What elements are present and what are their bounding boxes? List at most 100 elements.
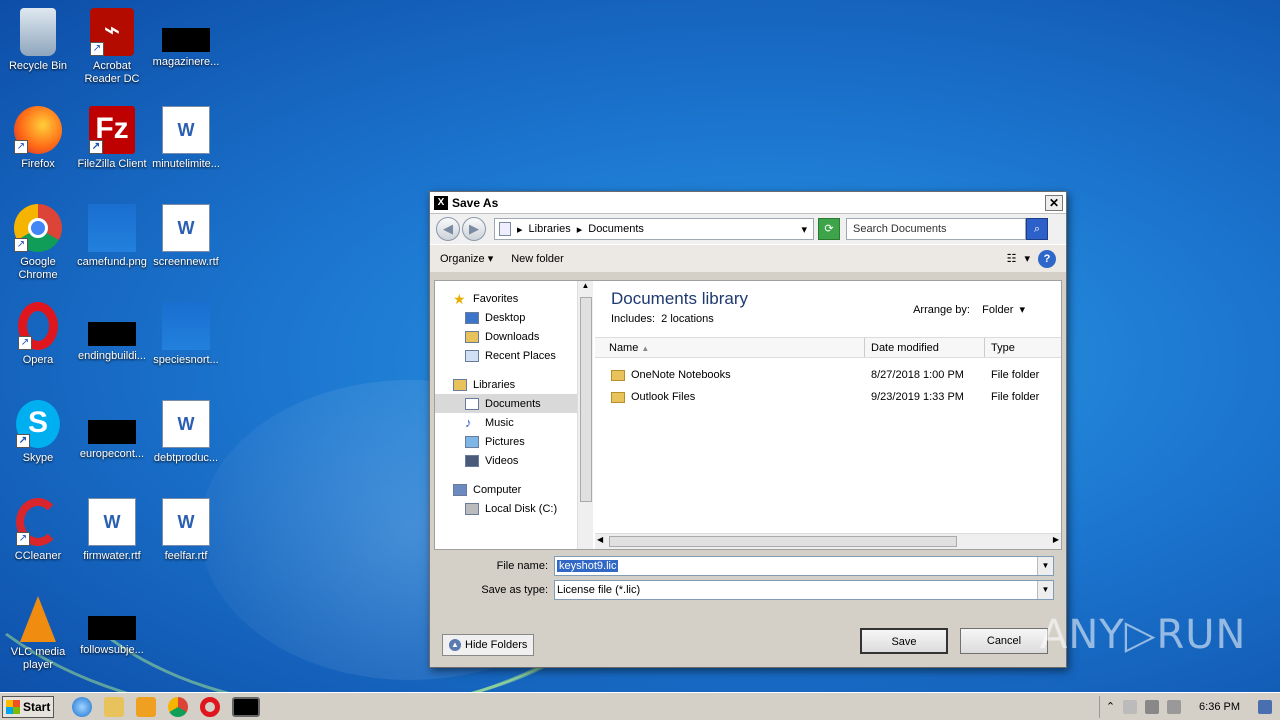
desktop-icon-minutelimite[interactable]: W minutelimite...: [148, 106, 224, 171]
scroll-right-icon[interactable]: ▶: [1053, 535, 1059, 544]
opera-icon[interactable]: [200, 696, 220, 717]
hide-folders-button[interactable]: ▲ Hide Folders: [442, 634, 535, 656]
flag-icon[interactable]: [1123, 699, 1138, 714]
chrome-icon[interactable]: [168, 696, 188, 717]
nav-local-disk[interactable]: Local Disk (C:): [435, 499, 577, 518]
desktop-icon-ccleaner[interactable]: ↗ CCleaner: [0, 498, 76, 563]
dialog-titlebar[interactable]: X Save As ✕: [430, 192, 1066, 214]
refresh-button[interactable]: ⟳: [818, 218, 840, 240]
close-button[interactable]: ✕: [1045, 194, 1063, 211]
column-type[interactable]: Type: [985, 338, 1061, 357]
media-player-icon[interactable]: [136, 696, 156, 717]
chevron-down-icon[interactable]: ▾: [801, 223, 807, 236]
scroll-up-icon[interactable]: ▲: [578, 281, 593, 290]
desktop-icon: [465, 311, 479, 324]
nav-scrollbar[interactable]: ▲: [577, 281, 593, 549]
dialog-body: ★ Favorites Desktop Downloads Recent Plac…: [434, 280, 1062, 550]
opera-icon: ↗: [18, 302, 58, 350]
column-name[interactable]: Name ▲: [595, 338, 865, 357]
nav-documents[interactable]: Documents: [435, 394, 577, 413]
system-tray: ⌃ 6:36 PM: [1098, 695, 1280, 718]
arrange-by-dropdown[interactable]: Folder ▾: [982, 304, 1025, 316]
show-desktop-icon[interactable]: [1258, 699, 1272, 714]
chevron-down-icon[interactable]: ▼: [1037, 581, 1053, 599]
save-as-dialog: X Save As ✕ ◀ ▶ ▸ Libraries ▸ Documents …: [429, 191, 1067, 668]
column-headers: Name ▲ Date modified Type: [595, 337, 1061, 358]
chevron-up-icon[interactable]: ⌃: [1106, 700, 1115, 713]
search-input[interactable]: Search Documents: [846, 218, 1026, 240]
desktop-icon-magazinere[interactable]: magazinere...: [148, 8, 224, 69]
desktop-icon-firmwater[interactable]: W firmwater.rtf: [74, 498, 150, 563]
library-includes[interactable]: Includes: 2 locations: [611, 313, 714, 325]
internet-explorer-icon[interactable]: [72, 696, 92, 717]
documents-icon: [465, 397, 479, 410]
nav-favorites[interactable]: ★ Favorites: [435, 289, 577, 308]
drive-icon: [465, 502, 479, 515]
desktop-icon-recycle-bin[interactable]: Recycle Bin: [0, 8, 76, 73]
search-icon[interactable]: ⌕: [1026, 218, 1048, 240]
save-button[interactable]: Save: [860, 628, 948, 654]
network-icon[interactable]: [1145, 699, 1160, 714]
desktop-icon-chrome[interactable]: ↗ Google Chrome: [0, 204, 76, 282]
scrollbar-thumb[interactable]: [609, 536, 957, 547]
file-name-input[interactable]: keyshot9.lic ▼: [554, 556, 1054, 576]
scrollbar-thumb[interactable]: [580, 297, 592, 502]
scroll-left-icon[interactable]: ◀: [597, 535, 603, 544]
desktop-icon-skype[interactable]: S ↗ Skype: [0, 400, 76, 465]
table-row[interactable]: OneNote Notebooks 8/27/2018 1:00 PM File…: [595, 364, 1061, 386]
nav-computer[interactable]: Computer: [435, 480, 577, 499]
nav-libraries[interactable]: Libraries: [435, 375, 577, 394]
desktop-icon-acrobat[interactable]: ⌁ ↗ Acrobat Reader DC: [74, 8, 150, 86]
address-bar[interactable]: ▸ Libraries ▸ Documents ▾: [494, 218, 814, 240]
anyrun-watermark: ANY▷RUN: [1040, 612, 1247, 658]
desktop-icon-label: VLC media player: [10, 646, 66, 671]
desktop-icon-label: minutelimite...: [152, 158, 220, 170]
desktop-icon-firefox[interactable]: ↗ Firefox: [0, 106, 76, 171]
desktop-icon-endingbuildi[interactable]: endingbuildi...: [74, 302, 150, 363]
save-type-select[interactable]: License file (*.lic) ▼: [554, 580, 1054, 600]
desktop-icon-screennew[interactable]: W screennew.rtf: [148, 204, 224, 269]
desktop-icon-camefund[interactable]: camefund.png: [74, 204, 150, 269]
desktop-icon-speciesnort[interactable]: speciesnort...: [148, 302, 224, 367]
app-icon: X: [434, 195, 448, 210]
nav-recent-places[interactable]: Recent Places: [435, 346, 577, 365]
desktop-icon-feelfar[interactable]: W feelfar.rtf: [148, 498, 224, 563]
nav-music[interactable]: ♪ Music: [435, 413, 577, 432]
word-document-icon: W: [162, 400, 210, 448]
desktop-icon-europecont[interactable]: europecont...: [74, 400, 150, 461]
column-date-modified[interactable]: Date modified: [865, 338, 985, 357]
nav-videos[interactable]: Videos: [435, 451, 577, 470]
forward-button[interactable]: ▶: [462, 217, 486, 241]
nav-desktop[interactable]: Desktop: [435, 308, 577, 327]
breadcrumb-documents[interactable]: Documents: [588, 223, 644, 235]
desktop-icon-debtproduc[interactable]: W debtproduc...: [148, 400, 224, 465]
start-button[interactable]: Start: [2, 695, 54, 718]
desktop-icon-filezilla[interactable]: Fz ↗ FileZilla Client: [74, 106, 150, 171]
breadcrumb-libraries[interactable]: Libraries: [529, 223, 571, 235]
new-folder-button[interactable]: New folder: [511, 253, 564, 265]
desktop-icon-followsubje[interactable]: followsubje...: [74, 596, 150, 657]
organize-menu[interactable]: Organize ▾: [440, 252, 493, 265]
help-icon[interactable]: ?: [1038, 249, 1056, 268]
desktop-icon-label: CCleaner: [14, 550, 62, 562]
file-explorer-icon[interactable]: [104, 696, 124, 717]
desktop-icon-label: FileZilla Client: [77, 158, 147, 170]
view-options-icon[interactable]: ☷: [1007, 252, 1017, 265]
file-list-hscrollbar[interactable]: ◀ ▶: [595, 533, 1061, 549]
clock[interactable]: 6:36 PM: [1199, 701, 1240, 713]
desktop-icon-vlc[interactable]: VLC media player: [0, 596, 76, 672]
chevron-right-icon: ▸: [517, 223, 523, 236]
table-row[interactable]: Outlook Files 9/23/2019 1:33 PM File fol…: [595, 386, 1061, 408]
chevron-down-icon[interactable]: ▾: [1024, 252, 1030, 265]
keyshot-app-icon[interactable]: [232, 696, 260, 717]
desktop-icon-label: Opera: [22, 354, 54, 366]
chevron-down-icon[interactable]: ▼: [1037, 557, 1053, 575]
nav-downloads[interactable]: Downloads: [435, 327, 577, 346]
volume-icon[interactable]: [1167, 699, 1182, 714]
desktop-icon-opera[interactable]: ↗ Opera: [0, 302, 76, 367]
cancel-button[interactable]: Cancel: [960, 628, 1048, 654]
back-button[interactable]: ◀: [436, 217, 460, 241]
nav-pictures[interactable]: Pictures: [435, 432, 577, 451]
desktop-icon-label: screennew.rtf: [153, 256, 219, 268]
desktop-icon-label: Recycle Bin: [8, 60, 68, 72]
